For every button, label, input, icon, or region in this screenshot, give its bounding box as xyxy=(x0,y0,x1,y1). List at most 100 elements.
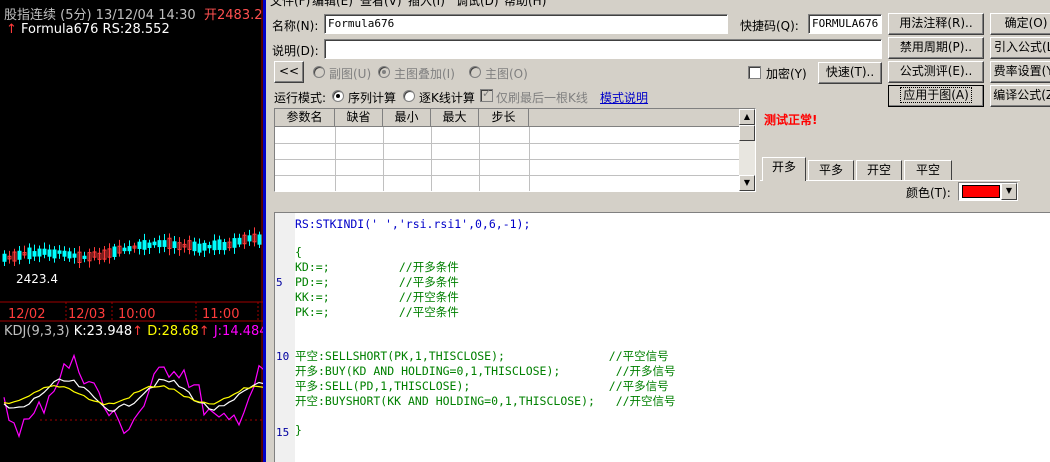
formula-rs-value: Formula676 RS:28.552 xyxy=(21,22,170,37)
radio-main-overlay[interactable] xyxy=(378,66,390,78)
description-input[interactable] xyxy=(324,39,882,59)
candle-body xyxy=(147,242,152,248)
menu-bar: 文件(F) 编辑(E) 查看(V) 插入(I) 调试(D) 帮助(H) xyxy=(266,0,1050,9)
code-line: { xyxy=(295,245,302,259)
kdj-indicator-label: KDJ(9,3,3) K:23.948↑ D:28.68↑ J:14.484↑ xyxy=(4,324,263,339)
scroll-down-icon[interactable]: ▼ xyxy=(739,175,755,191)
radio-sequence-calc[interactable] xyxy=(332,90,344,102)
menu-edit[interactable]: 编辑(E) xyxy=(312,0,353,9)
scroll-thumb[interactable] xyxy=(739,125,755,141)
code-line: KD:=; //开多条件 xyxy=(295,260,459,274)
candle-body xyxy=(157,240,162,248)
candle-body xyxy=(52,249,57,259)
menu-file[interactable]: 文件(F) xyxy=(270,0,310,9)
candle-body xyxy=(2,253,7,262)
param-header-default[interactable]: 缺省 xyxy=(335,109,383,127)
menu-view[interactable]: 查看(V) xyxy=(360,0,402,9)
disable-period-button[interactable]: 禁用周期(P).. xyxy=(888,37,984,59)
parameter-table[interactable]: 参数名 缺省 最小 最大 步长 ▲ ▼ xyxy=(274,108,756,192)
chart-title: 股指连续 (5分) 13/12/04 14:30 xyxy=(4,8,196,23)
code-editor[interactable]: 5 10 15 RS:STKINDI(' ','rsi.rsi1',0,6,-1… xyxy=(274,212,1050,462)
candle-body xyxy=(237,237,242,245)
candle-body xyxy=(72,253,77,258)
compile-formula-button[interactable]: 编译公式(Z) xyxy=(990,85,1050,107)
code-line: 开空:BUYSHORT(KK AND HOLDING=0,1,THISCLOSE… xyxy=(295,394,676,408)
kdj-name: KDJ(9,3,3) xyxy=(4,324,70,339)
fee-setting-button[interactable]: 费率设置(Y) xyxy=(990,61,1050,83)
apply-to-chart-button[interactable]: 应用于图(A) xyxy=(888,85,984,107)
candle-body xyxy=(247,235,252,242)
chevron-down-icon[interactable]: ▼ xyxy=(1001,183,1017,200)
chart-open-value: 开2483.2 xyxy=(204,8,263,23)
quick-button[interactable]: 快速(T).. xyxy=(818,62,882,84)
confirm-button[interactable]: 确定(O) xyxy=(990,13,1050,35)
menu-debug[interactable]: 调试(D) xyxy=(456,0,499,9)
scroll-up-icon[interactable]: ▲ xyxy=(739,109,755,125)
d-arrow-icon: ↑ xyxy=(198,324,210,339)
candle-body xyxy=(17,250,22,260)
radio-main-overlay-label: 主图叠加(I) xyxy=(394,67,455,81)
usage-note-button[interactable]: 用法注释(R).. xyxy=(888,13,984,35)
import-formula-button[interactable]: 引入公式(L) xyxy=(990,37,1050,59)
radio-bar-calc[interactable] xyxy=(403,90,415,102)
candle-body xyxy=(152,241,157,246)
tab-close-short[interactable]: 平空 xyxy=(904,160,952,180)
tab-open-long[interactable]: 开多 xyxy=(762,157,806,181)
param-header-max[interactable]: 最大 xyxy=(431,109,479,127)
code-line: PK:=; //平空条件 xyxy=(295,305,459,319)
line-number: 15 xyxy=(276,426,290,439)
candle-body xyxy=(172,241,177,249)
refresh-last-bar-checkbox[interactable] xyxy=(480,87,493,102)
candle-body xyxy=(67,251,72,259)
encrypt-checkbox[interactable] xyxy=(748,66,761,79)
candle-body xyxy=(47,249,52,257)
param-header-min[interactable]: 最小 xyxy=(383,109,431,127)
name-label: 名称(N): xyxy=(272,19,319,33)
formula-indicator-label: ↑ Formula676 RS:28.552 xyxy=(6,22,170,37)
candle-body xyxy=(232,238,237,248)
shortcut-input[interactable]: FORMULA676 xyxy=(808,14,882,34)
candle-body xyxy=(257,234,262,245)
candle-body xyxy=(137,241,142,249)
date-label-2: 12/03 xyxy=(68,307,106,322)
formula-name-input[interactable]: Formula676 xyxy=(324,14,728,34)
radio-main-chart[interactable] xyxy=(469,66,481,78)
encrypt-label: 加密(Y) xyxy=(766,67,807,81)
candle-body xyxy=(127,246,132,252)
param-header-step[interactable]: 步长 xyxy=(479,109,529,127)
grid-line xyxy=(275,143,741,144)
candle-body xyxy=(212,240,217,251)
candle-body xyxy=(42,248,47,255)
up-arrow-icon: ↑ xyxy=(6,22,17,37)
param-header-name[interactable]: 参数名 xyxy=(275,109,335,127)
mode-help-link[interactable]: 模式说明 xyxy=(600,89,648,106)
tab-close-long[interactable]: 平多 xyxy=(808,160,854,180)
chart-canvas[interactable] xyxy=(0,0,263,462)
color-select[interactable]: ▼ xyxy=(958,182,1018,201)
price-low-label: 2423.4 xyxy=(16,272,58,286)
candle-body xyxy=(122,247,127,252)
tab-open-short[interactable]: 开空 xyxy=(856,160,902,180)
chart-panel[interactable]: 股指连续 (5分) 13/12/04 14:30 开2483.2 ↑ Formu… xyxy=(0,0,263,462)
menu-help[interactable]: 帮助(H) xyxy=(504,0,546,9)
radio-sub-chart-label: 副图(U) xyxy=(329,67,372,81)
code-line: 开多:BUY(KD AND HOLDING=0,1,THISCLOSE); //… xyxy=(295,364,676,378)
line-number: 10 xyxy=(276,350,290,363)
collapse-button[interactable]: << xyxy=(274,61,304,83)
param-table-scrollbar[interactable]: ▲ ▼ xyxy=(739,109,755,191)
radio-sub-chart[interactable] xyxy=(313,66,325,78)
run-mode-label: 运行模式: xyxy=(274,91,327,105)
refresh-last-bar-label: 仅刷最后一根K线 xyxy=(496,91,588,105)
code-line: RS:STKINDI(' ','rsi.rsi1',0,6,-1); xyxy=(295,217,531,231)
code-line: } xyxy=(295,423,302,437)
date-label-1: 12/02 xyxy=(8,307,46,322)
candle-body xyxy=(27,247,32,260)
apply-to-chart-label: 应用于图(A) xyxy=(900,87,972,103)
candle-body xyxy=(222,242,227,251)
candle-body xyxy=(142,240,147,250)
formula-test-button[interactable]: 公式测评(E).. xyxy=(888,61,984,83)
menu-insert[interactable]: 插入(I) xyxy=(408,0,445,9)
candle-body xyxy=(192,241,197,252)
color-label: 颜色(T): xyxy=(906,186,951,200)
code-line: PD:=; //平多条件 xyxy=(295,275,459,289)
